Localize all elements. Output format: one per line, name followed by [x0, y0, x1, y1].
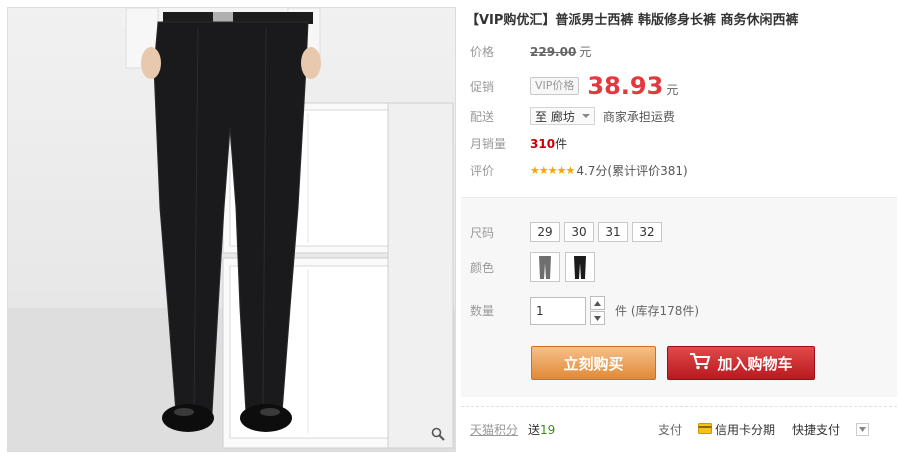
color-option-black[interactable]	[565, 252, 595, 282]
chevron-down-icon[interactable]	[590, 311, 605, 325]
sales-label: 月销量	[470, 137, 507, 151]
size-option-29[interactable]: 29	[530, 222, 560, 242]
price-row: 价格 229.00 元	[470, 43, 591, 60]
buy-now-button[interactable]: 立刻购买	[531, 346, 656, 380]
sales-count: 310	[530, 136, 556, 151]
size-label: 尺码	[470, 225, 495, 240]
quantity-stepper[interactable]	[590, 296, 605, 325]
color-option-gray[interactable]	[530, 252, 560, 282]
size-option-31[interactable]: 31	[598, 222, 628, 242]
credit-installment-link[interactable]: 信用卡分期	[698, 421, 775, 438]
points-label-link[interactable]: 天猫积分	[470, 421, 518, 438]
promo-unit: 元	[666, 82, 679, 97]
sales-row: 月销量 310 件	[470, 135, 567, 152]
promo-row: 促销 VIP价格 38.93 元	[470, 72, 678, 100]
add-cart-label: 加入购物车	[717, 354, 793, 373]
size-option-32[interactable]: 32	[632, 222, 662, 242]
chevron-down-icon	[581, 114, 590, 118]
location-value: 至 廊坊	[535, 109, 575, 124]
credit-card-icon	[698, 422, 712, 437]
product-photo-graphic	[8, 8, 455, 451]
quantity-input[interactable]	[530, 296, 586, 325]
rating-summary-link[interactable]: 4.7分(累计评价381)	[576, 162, 687, 179]
product-title: 【VIP购优汇】普派男士西裤 韩版修身长裤 商务休闲西裤	[466, 13, 799, 28]
rating-row: 评价 ★★★★★ 4.7分(累计评价381)	[470, 162, 688, 179]
promo-label: 促销	[470, 79, 495, 94]
quantity-row: 数量 件 (库存178件)	[470, 296, 699, 325]
sales-unit: 件	[555, 137, 568, 151]
size-row: 尺码 29 30 31 32	[470, 222, 666, 242]
points-prefix: 送	[528, 423, 541, 437]
price-unit: 元	[579, 45, 592, 59]
color-label: 颜色	[470, 260, 495, 275]
quantity-label: 数量	[470, 304, 495, 318]
promo-price: 38.93	[587, 72, 664, 100]
divider	[461, 406, 897, 407]
product-image[interactable]	[7, 7, 456, 452]
expand-more-icon[interactable]	[856, 423, 869, 436]
pay-label: 支付	[658, 423, 683, 437]
vip-price-tag: VIP价格	[530, 77, 580, 95]
shipping-label: 配送	[470, 109, 495, 124]
color-row: 颜色	[470, 252, 600, 282]
buy-now-label: 立刻购买	[563, 354, 624, 373]
location-select[interactable]: 至 廊坊	[530, 107, 595, 125]
star-rating-icon: ★★★★★	[530, 164, 575, 177]
shipping-note: 商家承担运费	[602, 109, 675, 124]
chevron-up-icon[interactable]	[590, 296, 605, 310]
quick-pay-link[interactable]: 快捷支付	[792, 421, 840, 438]
cart-icon	[689, 352, 711, 374]
rating-label: 评价	[470, 164, 495, 178]
footer-row: 天猫积分 送19 支付 信用卡分期 快捷支付	[470, 421, 900, 438]
add-to-cart-button[interactable]: 加入购物车	[667, 346, 815, 380]
stock-info: 件 (库存178件)	[615, 304, 700, 318]
original-price: 229.00	[530, 44, 577, 59]
points-value: 19	[540, 423, 556, 437]
shipping-row: 配送 至 廊坊 商家承担运费	[470, 107, 675, 125]
credit-label: 信用卡分期	[715, 423, 776, 437]
size-option-30[interactable]: 30	[564, 222, 594, 242]
points-info: 送19	[528, 421, 555, 438]
zoom-icon[interactable]	[431, 427, 449, 445]
price-label: 价格	[470, 45, 495, 59]
